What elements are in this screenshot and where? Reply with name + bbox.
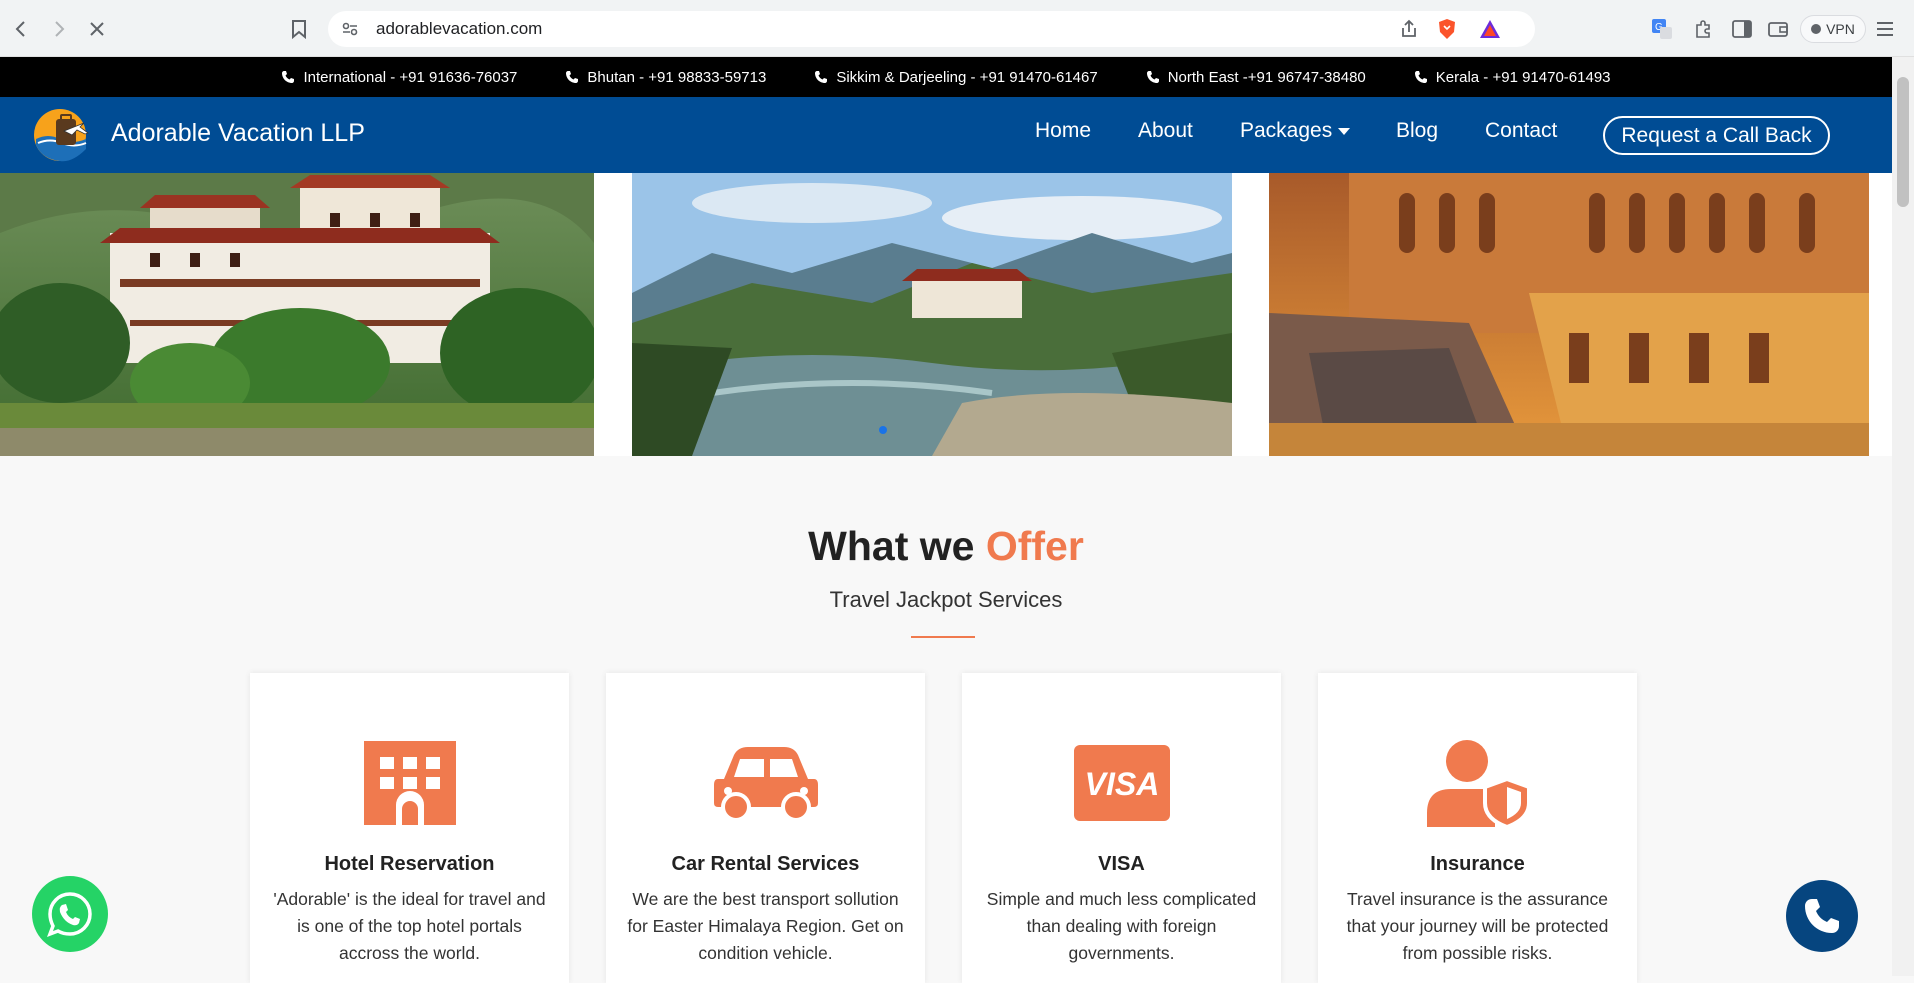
page-scrollbar[interactable] <box>1892 57 1914 976</box>
contact-sikkim[interactable]: Sikkim & Darjeeling - +91 91470-61467 <box>814 68 1098 86</box>
phone-icon <box>1146 71 1159 83</box>
site-settings-icon[interactable] <box>338 17 362 41</box>
translate-icon[interactable]: G <box>1649 16 1675 42</box>
brave-rewards-icon[interactable] <box>1478 17 1502 41</box>
forward-icon[interactable] <box>44 14 74 44</box>
back-icon[interactable] <box>6 14 36 44</box>
slider-indicator-dot[interactable] <box>879 426 887 434</box>
card-title: Car Rental Services <box>671 853 860 875</box>
hero-slider[interactable] <box>0 173 1892 456</box>
contact-kerala[interactable]: Kerala - +91 91470-61493 <box>1414 69 1611 86</box>
section-title-accent: Offer <box>985 523 1084 569</box>
section-title-main: What we <box>808 523 975 569</box>
share-icon[interactable] <box>1397 17 1421 41</box>
card-text: Simple and much less complicated than de… <box>986 889 1257 963</box>
brand-name[interactable]: Adorable Vacation LLP <box>111 119 365 148</box>
nav-packages[interactable]: Packages <box>1240 119 1351 143</box>
slide-image-3 <box>1269 173 1869 456</box>
bookmark-icon[interactable] <box>284 14 314 44</box>
card-text: 'Adorable' is the ideal for travel and i… <box>273 889 546 963</box>
card-text: Travel insurance is the assurance that y… <box>1346 889 1609 963</box>
nav-blog[interactable]: Blog <box>1396 119 1438 143</box>
vpn-label: VPN <box>1826 21 1855 37</box>
card-title: VISA <box>1098 853 1145 875</box>
service-card-car[interactable]: Car Rental Services We are the best tran… <box>606 673 925 983</box>
vpn-button[interactable]: VPN <box>1800 15 1866 43</box>
card-text: We are the best transport sollution for … <box>627 889 904 963</box>
contact-label: International - +91 91636-76037 <box>303 68 518 86</box>
whatsapp-icon <box>47 892 92 937</box>
contact-label: Sikkim & Darjeeling - +91 91470-61467 <box>836 68 1098 86</box>
nav-packages-label: Packages <box>1240 119 1333 142</box>
whatsapp-button[interactable] <box>32 876 108 952</box>
sidebar-icon[interactable] <box>1729 16 1755 42</box>
slide-image-2 <box>632 173 1232 456</box>
contact-label: Kerala - +91 91470-61493 <box>1435 68 1611 86</box>
service-card-hotel[interactable]: Hotel Reservation 'Adorable' is the idea… <box>250 673 569 983</box>
phone-icon <box>1414 71 1427 83</box>
section-title: What we Offer <box>0 523 1892 570</box>
service-card-insurance[interactable]: Insurance Travel insurance is the assura… <box>1318 673 1637 983</box>
logo[interactable] <box>32 105 92 165</box>
menu-icon[interactable] <box>1872 16 1898 42</box>
phone-icon <box>1805 899 1839 933</box>
site-header: Adorable Vacation LLP Home About Package… <box>0 97 1892 173</box>
contact-north-east[interactable]: North East -+91 96747-38480 <box>1146 69 1366 86</box>
nav-about[interactable]: About <box>1138 119 1193 143</box>
brave-shield-icon[interactable] <box>1435 17 1459 41</box>
slide-image-1 <box>0 173 594 456</box>
service-card-visa[interactable]: VISA VISA Simple and much less complicat… <box>962 673 1281 983</box>
request-callback-button[interactable]: Request a Call Back <box>1603 116 1830 155</box>
extensions-icon[interactable] <box>1690 16 1716 42</box>
card-title: Hotel Reservation <box>324 853 495 875</box>
call-button[interactable] <box>1786 880 1858 952</box>
phone-icon <box>282 71 295 83</box>
hotel-icon <box>250 733 569 833</box>
visa-icon: VISA <box>962 733 1281 833</box>
contact-label: Bhutan - +91 98833-59713 <box>587 68 767 86</box>
svg-text:VISA: VISA <box>1084 766 1159 802</box>
contact-international[interactable]: International - +91 91636-76037 <box>281 69 517 86</box>
card-title: Insurance <box>1430 853 1525 875</box>
address-bar[interactable]: adorablevacation.com <box>328 11 1535 47</box>
title-divider <box>911 636 975 638</box>
contact-bhutan[interactable]: Bhutan - +91 98833-59713 <box>565 69 766 86</box>
caret-down-icon <box>1338 127 1351 135</box>
url-text[interactable]: adorablevacation.com <box>376 19 542 39</box>
stop-icon[interactable] <box>82 14 112 44</box>
section-subtitle: Travel Jackpot Services <box>829 587 1063 612</box>
contact-strip: International - +91 91636-76037 Bhutan -… <box>0 57 1892 97</box>
insurance-icon <box>1318 733 1637 833</box>
nav-contact[interactable]: Contact <box>1485 119 1557 143</box>
vpn-status-icon <box>1811 24 1822 34</box>
wallet-icon[interactable] <box>1765 16 1791 42</box>
browser-toolbar: adorablevacation.com G VPN <box>0 0 1914 57</box>
phone-icon <box>566 71 579 83</box>
contact-label: North East -+91 96747-38480 <box>1167 68 1366 86</box>
nav-home[interactable]: Home <box>1035 119 1091 143</box>
scrollbar-thumb[interactable] <box>1897 77 1909 207</box>
phone-icon <box>815 71 828 83</box>
car-icon <box>606 733 925 833</box>
